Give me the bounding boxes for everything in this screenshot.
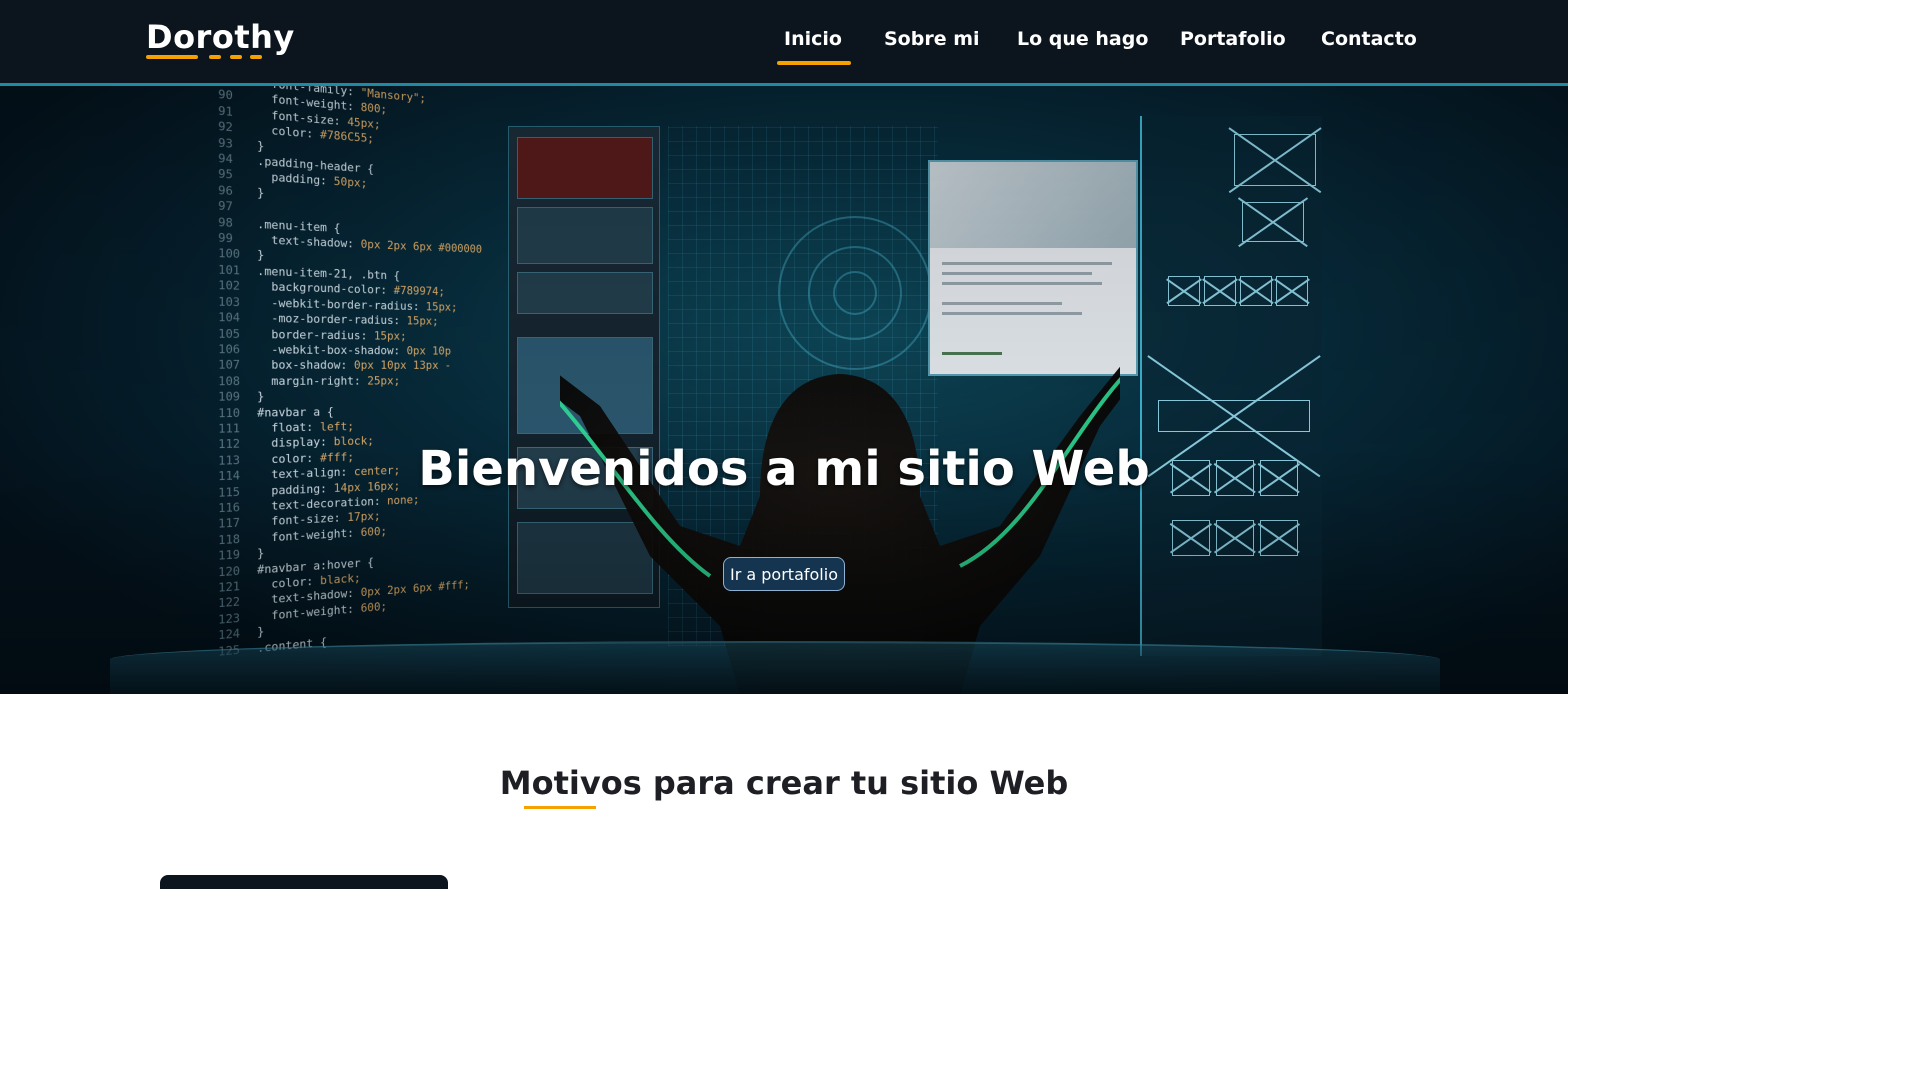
nav-link-inicio[interactable]: Inicio bbox=[784, 28, 842, 50]
navbar: Dorothy Inicio Sobre mi Lo que hago Port… bbox=[0, 0, 1568, 86]
logo-underline bbox=[146, 55, 268, 59]
section-title-underline bbox=[524, 806, 596, 809]
hero-overlay bbox=[0, 86, 1568, 694]
reason-card bbox=[160, 875, 448, 889]
nav-active-indicator bbox=[777, 61, 851, 65]
section-title: Motivos para crear tu sitio Web bbox=[499, 764, 1069, 802]
hero-section: 89 font-family: "Mansory";90 font-weight… bbox=[0, 86, 1568, 694]
portfolio-button[interactable]: Ir a portafolio bbox=[723, 557, 845, 591]
nav-link-sobre-mi[interactable]: Sobre mi bbox=[884, 28, 980, 50]
site-logo[interactable]: Dorothy bbox=[146, 18, 295, 56]
nav-link-portafolio[interactable]: Portafolio bbox=[1180, 28, 1286, 50]
nav-link-lo-que-hago[interactable]: Lo que hago bbox=[1017, 28, 1148, 50]
nav-link-contacto[interactable]: Contacto bbox=[1321, 28, 1417, 50]
hero-title: Bienvenidos a mi sitio Web bbox=[418, 441, 1150, 497]
